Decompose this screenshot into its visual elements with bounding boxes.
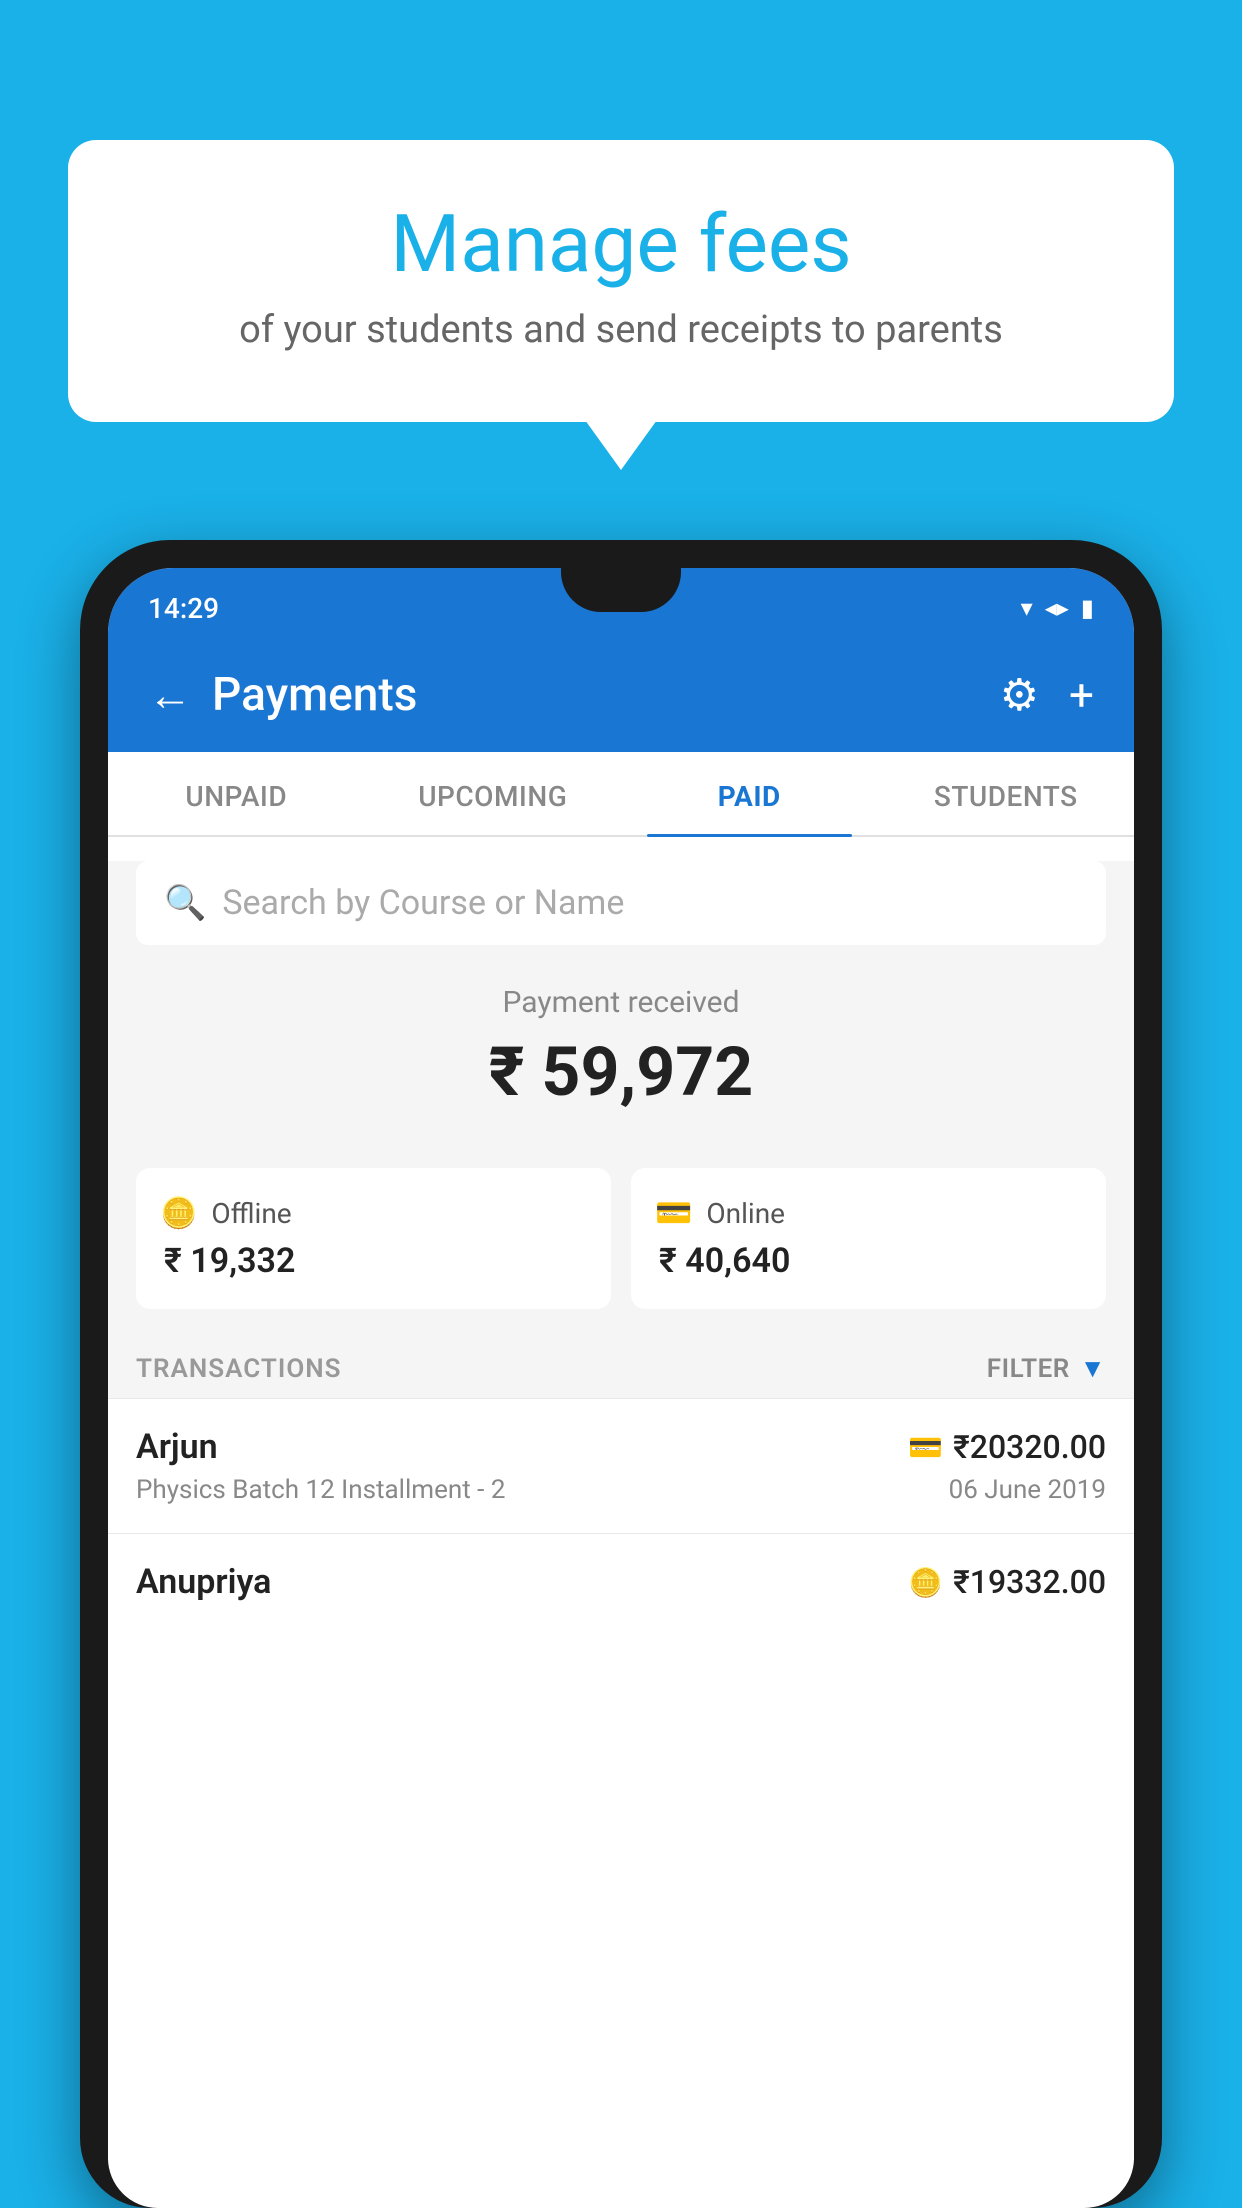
tab-students[interactable]: STUDENTS [878,752,1135,835]
online-icon: 💳 [655,1196,692,1231]
header-right: ⚙ + [1000,669,1094,721]
search-bar[interactable]: 🔍 Search by Course or Name [136,861,1106,945]
transaction-amount: ₹19332.00 [953,1563,1106,1601]
back-button[interactable]: ← [148,669,192,721]
tab-upcoming[interactable]: UPCOMING [365,752,622,835]
offline-payment-card: 🪙 Offline ₹ 19,332 [136,1168,611,1309]
page-title: Payments [212,668,417,722]
search-icon: 🔍 [164,883,206,923]
settings-icon[interactable]: ⚙ [1000,669,1039,721]
table-row[interactable]: Arjun 💳 ₹20320.00 Physics Batch 12 Insta… [108,1398,1134,1533]
speech-bubble-container: Manage fees of your students and send re… [68,140,1174,422]
table-row[interactable]: Anupriya 🪙 ₹19332.00 [108,1533,1134,1638]
content-area: 🔍 Search by Course or Name Payment recei… [108,861,1134,1638]
offline-icon: 🪙 [160,1196,197,1231]
phone-frame: 14:29 ▾ ◂▸ ▮ ← Payments ⚙ + [80,540,1162,2208]
filter-label: FILTER [987,1354,1070,1384]
phone-screen: 14:29 ▾ ◂▸ ▮ ← Payments ⚙ + [108,568,1134,2208]
payment-received-label: Payment received [136,985,1106,1020]
bubble-subtitle: of your students and send receipts to pa… [118,308,1124,352]
transaction-name: Arjun [136,1427,218,1467]
tabs-container: UNPAID UPCOMING PAID STUDENTS [108,752,1134,837]
online-amount: ₹ 40,640 [655,1241,1082,1281]
filter-icon: ▼ [1080,1353,1106,1384]
speech-bubble: Manage fees of your students and send re… [68,140,1174,422]
filter-button[interactable]: FILTER ▼ [987,1353,1106,1384]
transaction-name: Anupriya [136,1562,271,1602]
transaction-amount-wrapper: 💳 ₹20320.00 [908,1428,1106,1466]
transaction-amount: ₹20320.00 [953,1428,1106,1466]
transaction-course: Physics Batch 12 Installment - 2 [136,1475,505,1505]
transactions-label: TRANSACTIONS [136,1354,342,1384]
transaction-bottom: Physics Batch 12 Installment - 2 06 June… [136,1475,1106,1505]
transaction-date: 06 June 2019 [949,1475,1106,1505]
online-card-header: 💳 Online [655,1196,1082,1231]
transaction-top: Anupriya 🪙 ₹19332.00 [136,1562,1106,1602]
payment-cards: 🪙 Offline ₹ 19,332 💳 Online ₹ 40,640 [108,1168,1134,1333]
offline-card-header: 🪙 Offline [160,1196,587,1231]
transaction-amount-wrapper: 🪙 ₹19332.00 [908,1563,1106,1601]
payment-summary: Payment received ₹ 59,972 [108,945,1134,1168]
tab-unpaid[interactable]: UNPAID [108,752,365,835]
total-payment-amount: ₹ 59,972 [136,1032,1106,1112]
status-time: 14:29 [148,592,219,625]
online-label: Online [706,1197,785,1230]
phone-container: 14:29 ▾ ◂▸ ▮ ← Payments ⚙ + [80,540,1162,2208]
offline-amount: ₹ 19,332 [160,1241,587,1281]
wifi-icon: ▾ [1021,594,1033,622]
app-header: ← Payments ⚙ + [108,648,1134,752]
online-payment-card: 💳 Online ₹ 40,640 [631,1168,1106,1309]
transaction-top: Arjun 💳 ₹20320.00 [136,1427,1106,1467]
tab-paid[interactable]: PAID [621,752,878,835]
header-left: ← Payments [148,668,417,722]
bubble-title: Manage fees [118,200,1124,288]
cash-icon: 🪙 [908,1566,943,1599]
search-placeholder: Search by Course or Name [222,883,624,923]
offline-label: Offline [211,1197,291,1230]
status-bar: 14:29 ▾ ◂▸ ▮ [108,568,1134,648]
transactions-header: TRANSACTIONS FILTER ▼ [108,1333,1134,1398]
battery-icon: ▮ [1081,594,1094,622]
notch [561,568,681,612]
status-icons: ▾ ◂▸ ▮ [1021,594,1094,622]
signal-icon: ◂▸ [1045,594,1069,622]
add-icon[interactable]: + [1069,669,1094,721]
credit-card-icon: 💳 [908,1431,943,1464]
